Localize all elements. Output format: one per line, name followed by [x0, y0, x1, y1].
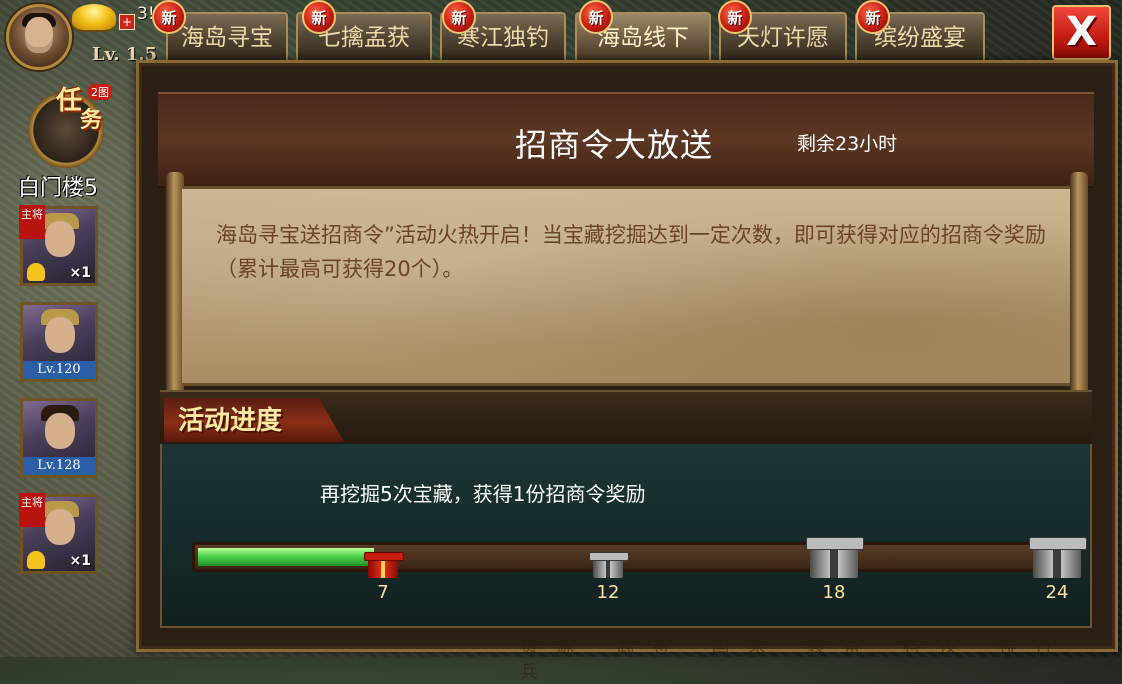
tab-label: 海岛寻宝: [181, 25, 273, 51]
tab-label: 天灯许愿: [737, 25, 829, 51]
task-subtitle: 务: [80, 108, 103, 133]
gift-box-icon[interactable]: [589, 546, 629, 578]
bottom-menu-shadow: 资源 武将 国家 装备 科技 排行 兵: [520, 636, 1071, 683]
new-badge: 新: [856, 0, 890, 34]
gift-lid: [364, 551, 404, 561]
trophy-icon: [27, 551, 45, 569]
trophy-icon: [27, 263, 45, 281]
gift-box-icon[interactable]: [364, 546, 404, 578]
progress-hint: 再挖掘5次宝藏，获得1份招商令奖励: [320, 482, 646, 506]
hero-portrait: [45, 509, 75, 545]
progress-bar: [192, 542, 1076, 572]
hero-portrait: [45, 221, 75, 257]
hero-level: Lv.120: [23, 361, 95, 379]
milestone-value: 12: [596, 582, 620, 603]
main-general-ribbon: 主将: [19, 205, 45, 239]
gold-ingot-icon: [72, 4, 116, 30]
hero-portrait: [45, 413, 75, 449]
main-general-ribbon: 主将: [19, 493, 45, 527]
avatar-face: [25, 17, 53, 53]
hero-level: Lv.128: [23, 457, 95, 475]
tab-label: 七擒孟获: [318, 25, 410, 51]
gift-lid: [589, 551, 629, 561]
tab-label: 缤纷盛宴: [874, 25, 966, 51]
hero-card[interactable]: Lv.128: [20, 398, 98, 478]
player-avatar[interactable]: [6, 4, 72, 70]
hero-portrait: [45, 317, 75, 353]
hero-count: ×1: [69, 553, 91, 569]
location-label: 白门楼5: [18, 176, 98, 201]
tab-label: 海岛线下: [597, 25, 689, 51]
task-button[interactable]: 任 务 2图: [18, 80, 118, 176]
panel-title: 招商令大放送: [515, 126, 714, 164]
description-scroll: [182, 186, 1070, 386]
close-button[interactable]: X: [1052, 5, 1111, 60]
time-remaining: 剩余23小时: [797, 133, 898, 155]
task-title: 任: [56, 86, 83, 116]
hero-card[interactable]: 主将 ×1: [19, 493, 98, 574]
new-badge: 新: [579, 0, 613, 34]
hero-card[interactable]: Lv.120: [20, 302, 98, 382]
gift-lid: [806, 537, 864, 550]
event-description: 海岛寻宝送招商令”活动火热开启！当宝藏挖掘达到一定次数，即可获得对应的招商令奖励…: [216, 223, 1046, 281]
hero-card[interactable]: 主将 ×1: [19, 205, 98, 286]
gift-box-icon[interactable]: [1029, 528, 1087, 578]
scroll-rod-right: [1070, 172, 1088, 398]
new-badge: 新: [718, 0, 752, 34]
milestone-value: 7: [377, 582, 389, 603]
milestone-value: 18: [822, 582, 846, 603]
add-currency-button[interactable]: +: [119, 14, 135, 30]
new-badge: 新: [442, 0, 476, 34]
new-badge: 新: [302, 0, 336, 34]
new-badge: 新: [152, 0, 186, 34]
gift-box-icon[interactable]: [806, 528, 864, 578]
task-badge: 2图: [88, 84, 112, 100]
gift-lid: [1029, 537, 1087, 550]
progress-fill: [198, 548, 374, 566]
hero-count: ×1: [69, 265, 91, 281]
milestone-value: 24: [1045, 582, 1069, 603]
progress-section-title: 活动进度: [178, 406, 283, 436]
